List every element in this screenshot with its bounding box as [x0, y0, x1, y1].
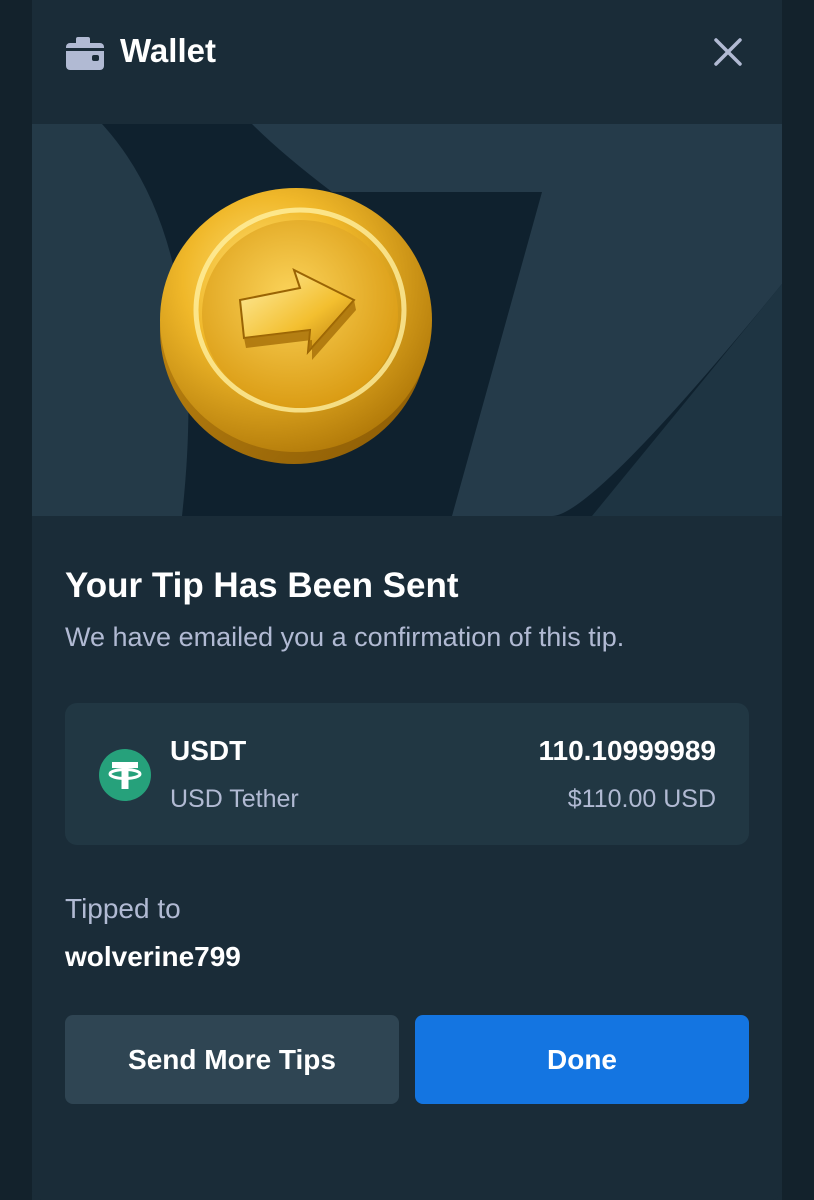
token-symbol: USDT [170, 735, 247, 766]
token-usd-value: $110.00 USD [567, 785, 716, 813]
success-title: Your Tip Has Been Sent [65, 566, 459, 605]
backdrop-right [782, 0, 814, 1200]
token-amount: 110.10999989 [538, 735, 716, 766]
close-icon[interactable] [708, 32, 748, 72]
send-more-tips-button[interactable]: Send More Tips [65, 1015, 399, 1104]
modal-title: Wallet [120, 32, 216, 69]
success-subtitle: We have emailed you a confirmation of th… [65, 622, 625, 652]
coin-illustration [32, 124, 782, 516]
modal-header: Wallet [32, 0, 782, 124]
tipped-to-label: Tipped to [65, 893, 181, 924]
done-button[interactable]: Done [415, 1015, 749, 1104]
wallet-icon [66, 37, 104, 70]
tether-icon [99, 749, 151, 801]
backdrop-left [0, 0, 32, 1200]
token-summary-card: USDT USD Tether 110.10999989 $110.00 USD [65, 703, 749, 845]
tipped-username: wolverine799 [65, 941, 241, 972]
wallet-modal: Wallet Your Tip Has Been Sent We have em… [32, 0, 782, 1200]
token-name: USD Tether [170, 785, 299, 813]
banner-illustration [32, 124, 782, 516]
